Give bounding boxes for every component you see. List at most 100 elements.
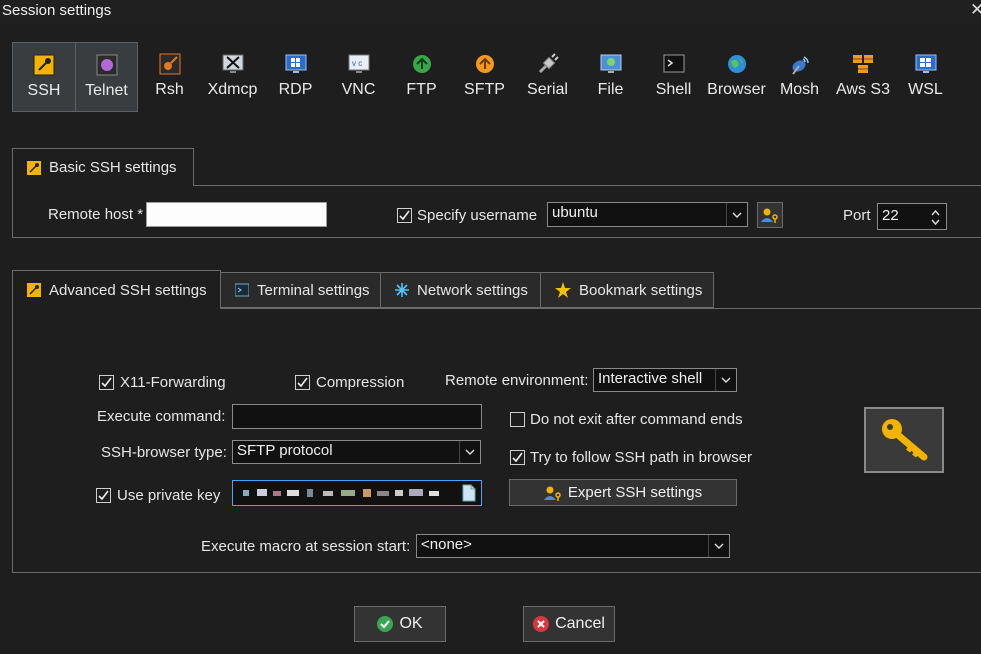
sftp-icon [475, 55, 494, 73]
x11-forwarding-label: X11-Forwarding [120, 374, 226, 391]
ok-label: OK [399, 615, 423, 632]
tab-label: Bookmark settings [579, 281, 703, 299]
session-type-mosh[interactable]: Mosh [768, 42, 831, 112]
session-type-serial[interactable]: Serial [516, 42, 579, 112]
session-type-label: VNC [341, 81, 376, 98]
session-type-ftp[interactable]: FTP [390, 42, 453, 112]
session-type-label: Rsh [155, 81, 184, 98]
execute-command-input[interactable] [232, 404, 482, 429]
tab-bookmark-settings[interactable]: Bookmark settings [540, 272, 714, 308]
use-private-key-label: Use private key [117, 487, 221, 504]
ssh-key-icon [33, 54, 55, 76]
checkmark-icon [101, 377, 112, 388]
tab-label: Network settings [417, 281, 528, 299]
session-type-label: FTP [406, 81, 437, 98]
session-type-label: WSL [908, 81, 943, 98]
execute-macro-select[interactable]: <none> [416, 534, 730, 558]
session-type-label: Serial [527, 81, 568, 98]
chevron-down-icon [459, 441, 480, 463]
ok-button[interactable]: OK [354, 606, 446, 642]
redacted-path-pattern [243, 489, 439, 497]
browse-file-icon[interactable] [462, 484, 476, 502]
checkmark-icon [512, 452, 523, 463]
remote-host-input[interactable] [146, 202, 327, 227]
tab-label: Basic SSH settings [49, 159, 177, 176]
remote-environment-label: Remote environment: [445, 372, 589, 389]
follow-ssh-path-checkbox[interactable] [510, 450, 525, 465]
use-private-key-checkbox[interactable] [96, 488, 111, 503]
chevron-down-icon [708, 535, 729, 557]
tab-advanced-ssh-settings[interactable]: Advanced SSH settings [12, 270, 221, 309]
session-type-browser[interactable]: Browser [705, 42, 768, 112]
expert-ssh-settings-button[interactable]: Expert SSH settings [509, 479, 737, 506]
title-bar [0, 0, 981, 24]
ssh-key-icon [27, 283, 41, 297]
session-type-file[interactable]: File [579, 42, 642, 112]
session-type-rsh[interactable]: Rsh [138, 42, 201, 112]
spinner-arrows-icon[interactable] [931, 209, 940, 226]
svg-text:v c: v c [352, 59, 362, 68]
do-not-exit-checkbox[interactable] [510, 412, 525, 427]
tab-label: Advanced SSH settings [49, 281, 207, 299]
session-type-label: SSH [27, 82, 61, 99]
session-type-label: SFTP [464, 81, 505, 98]
user-key-icon [761, 208, 778, 223]
session-type-aws-s3[interactable]: Aws S3 [831, 42, 895, 112]
port-spinbox[interactable]: 22 [877, 203, 947, 230]
ssh-key-icon [27, 160, 41, 175]
check-circle-icon [377, 616, 394, 632]
execute-command-label: Execute command: [97, 408, 226, 425]
remote-environment-value: Interactive shell [598, 370, 703, 387]
follow-ssh-path-label: Try to follow SSH path in browser [530, 449, 753, 466]
network-icon [395, 283, 409, 297]
ssh-browser-type-value: SFTP protocol [237, 442, 333, 459]
mosh-icon [791, 56, 809, 75]
compression-checkbox[interactable] [295, 375, 310, 390]
rsh-icon [159, 53, 180, 75]
username-value: ubuntu [552, 204, 598, 221]
close-icon[interactable]: ✕ [970, 0, 981, 20]
window-title: Session settings [2, 2, 112, 19]
session-type-shell[interactable]: Shell [642, 42, 705, 112]
checkmark-icon [98, 490, 109, 501]
ssh-browser-type-select[interactable]: SFTP protocol [232, 440, 481, 464]
session-type-label: Xdmcp [207, 81, 258, 98]
chevron-down-icon [726, 203, 747, 226]
checkmark-icon [399, 210, 410, 221]
checkmark-icon [297, 377, 308, 388]
session-type-xdmcp[interactable]: Xdmcp [201, 42, 264, 112]
remote-environment-select[interactable]: Interactive shell [593, 368, 737, 392]
file-icon [600, 54, 621, 73]
do-not-exit-label: Do not exit after command ends [530, 411, 743, 428]
tab-network-settings[interactable]: Network settings [380, 272, 541, 308]
session-type-ssh[interactable]: SSH [12, 42, 76, 112]
session-type-label: Shell [655, 81, 692, 98]
key-icon [882, 419, 928, 461]
serial-icon [538, 53, 559, 74]
vnc-icon: v c [348, 54, 369, 73]
ssh-key-image [864, 407, 944, 473]
shell-icon [663, 54, 684, 73]
session-type-telnet[interactable]: Telnet [75, 42, 138, 112]
session-type-rdp[interactable]: RDP [264, 42, 327, 112]
cancel-label: Cancel [555, 615, 605, 632]
ssh-browser-type-label: SSH-browser type: [101, 444, 227, 461]
tab-label: Terminal settings [257, 281, 370, 299]
session-type-vnc[interactable]: v c VNC [327, 42, 390, 112]
user-manager-button[interactable] [757, 202, 783, 228]
username-combobox[interactable]: ubuntu [547, 202, 748, 227]
session-type-wsl[interactable]: WSL [894, 42, 957, 112]
x11-forwarding-checkbox[interactable] [99, 375, 114, 390]
tab-terminal-settings[interactable]: Terminal settings [220, 272, 381, 308]
private-key-path-input[interactable] [232, 480, 482, 506]
session-type-label: RDP [278, 81, 313, 98]
session-type-label: Browser [707, 81, 766, 98]
star-icon [555, 282, 571, 298]
execute-macro-value: <none> [421, 536, 472, 553]
xdmcp-icon [222, 54, 243, 73]
tab-basic-ssh-settings[interactable]: Basic SSH settings [12, 148, 194, 186]
expert-ssh-settings-label: Expert SSH settings [567, 484, 703, 501]
session-type-sftp[interactable]: SFTP [453, 42, 516, 112]
specify-username-checkbox[interactable] [397, 208, 412, 223]
cancel-button[interactable]: Cancel [523, 606, 615, 642]
